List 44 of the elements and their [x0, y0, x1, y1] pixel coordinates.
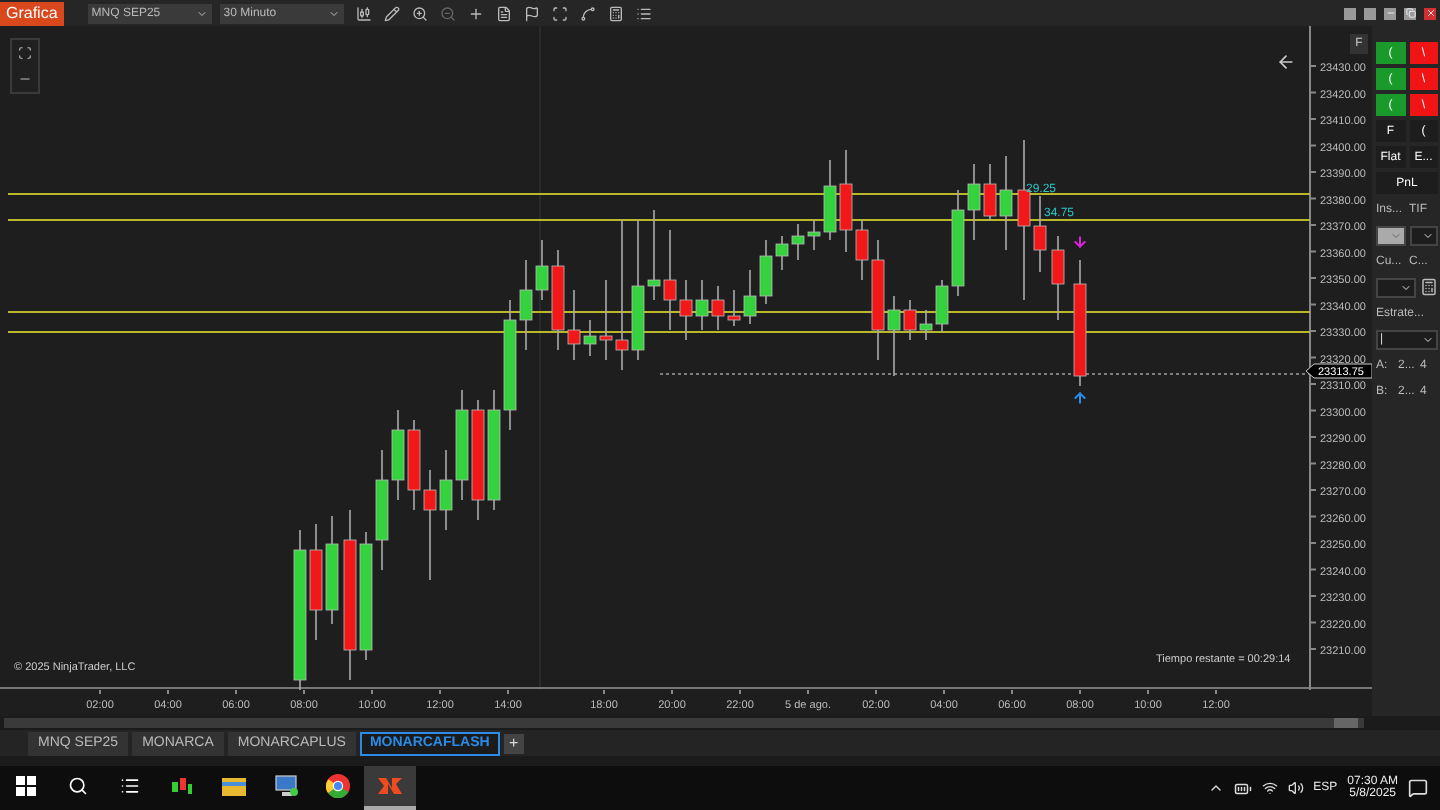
- wifi-icon[interactable]: [1261, 780, 1278, 796]
- dropdown[interactable]: [1409, 225, 1438, 245]
- chevron-down-icon: [1400, 281, 1412, 293]
- computer-icon[interactable]: [274, 774, 298, 798]
- flag-icon[interactable]: [523, 5, 540, 21]
- calculator-icon[interactable]: [1420, 278, 1438, 296]
- up-arrow-icon: [1074, 392, 1086, 404]
- bars-icon[interactable]: [355, 5, 372, 21]
- candlestick: [1051, 235, 1065, 321]
- chevron-down-icon: [1422, 333, 1434, 345]
- zoom-in-icon[interactable]: [411, 5, 428, 21]
- search-icon[interactable]: [68, 776, 88, 796]
- crosshair-icon[interactable]: [467, 5, 484, 21]
- chevron-down-icon: [327, 7, 340, 19]
- battery-icon[interactable]: [1233, 779, 1252, 797]
- zoom-out-icon[interactable]: [439, 5, 456, 21]
- chevron-down-icon: [1422, 229, 1434, 241]
- dash-icon[interactable]: [18, 72, 32, 86]
- volume-icon[interactable]: [1287, 780, 1304, 796]
- task-view-icon[interactable]: [120, 776, 140, 796]
- pencil-icon[interactable]: [383, 5, 400, 21]
- chevron-down-icon: [195, 7, 208, 19]
- close-button[interactable]: [1424, 7, 1436, 19]
- app-title: Grafica: [0, 1, 64, 25]
- candlestick: [1073, 259, 1087, 387]
- scrollbar[interactable]: [4, 718, 1364, 728]
- minimize-button[interactable]: [1384, 7, 1396, 19]
- add-tab-button[interactable]: +: [503, 733, 524, 753]
- down-arrow-icon: [1074, 236, 1086, 248]
- list-icon[interactable]: [635, 5, 652, 21]
- chevron-down-icon: [1389, 229, 1401, 241]
- browser-icon[interactable]: [326, 774, 350, 798]
- folder-icon[interactable]: [222, 776, 246, 796]
- scroll-thumb[interactable]: [1334, 718, 1358, 728]
- line-icon[interactable]: [579, 5, 596, 21]
- calculator-icon[interactable]: [607, 5, 624, 21]
- chart-app-icon[interactable]: [170, 774, 194, 798]
- notification-icon[interactable]: [1408, 778, 1428, 798]
- windows-logo-icon: [16, 776, 36, 796]
- logo-icon[interactable]: [376, 776, 404, 796]
- frame-icon[interactable]: [551, 5, 568, 21]
- document-icon[interactable]: [495, 5, 512, 21]
- back-arrow-icon[interactable]: [1276, 52, 1296, 72]
- restore-button[interactable]: [1404, 7, 1416, 19]
